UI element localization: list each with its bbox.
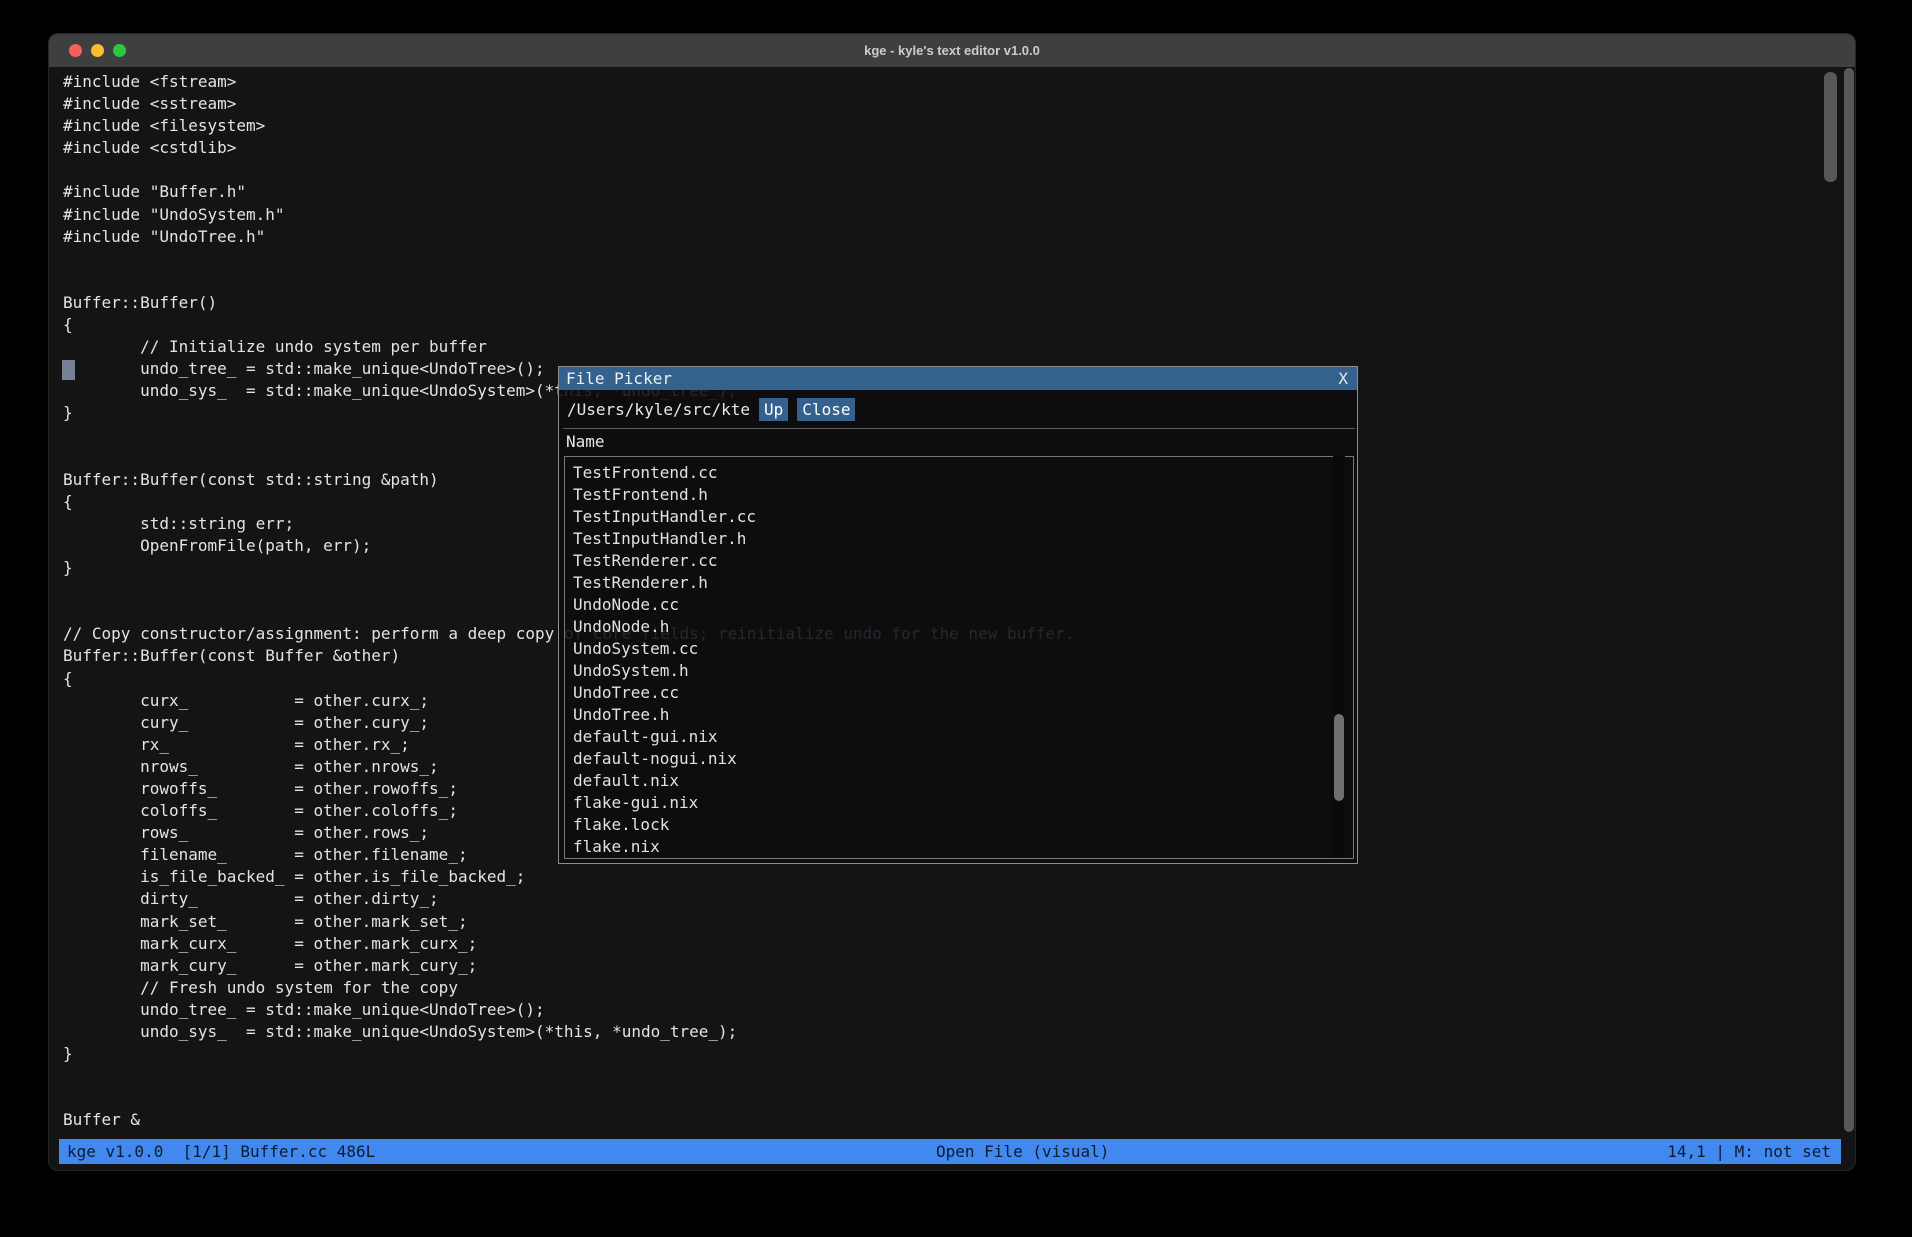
file-list-item[interactable]: flake-gui.nix [565,792,1353,814]
close-traffic-light-icon[interactable] [69,44,82,57]
file-list-item[interactable]: flake.nix [565,836,1353,858]
file-list-item[interactable]: UndoTree.h [565,704,1353,726]
status-cursor-mark: 14,1 | M: not set [1667,1139,1831,1164]
status-mode: Open File (visual) [936,1139,1109,1164]
window-titlebar[interactable]: kge - kyle's text editor v1.0.0 [49,34,1855,67]
file-list-item[interactable]: flake.lock [565,814,1353,836]
file-list-item[interactable]: TestFrontend.h [565,484,1353,506]
window-title: kge - kyle's text editor v1.0.0 [49,43,1855,58]
file-list-item[interactable]: TestInputHandler.h [565,528,1353,550]
file-list-item[interactable]: UndoSystem.cc [565,638,1353,660]
file-list-item[interactable]: UndoNode.cc [565,594,1353,616]
file-list-item[interactable]: UndoSystem.h [565,660,1353,682]
maximize-traffic-light-icon[interactable] [113,44,126,57]
file-picker-dialog: File Picker X /Users/kyle/src/kte Up Clo… [558,366,1358,864]
file-list-item[interactable]: TestRenderer.h [565,572,1353,594]
current-path: /Users/kyle/src/kte [567,400,750,419]
text-cursor [62,360,75,380]
file-list-item[interactable]: TestRenderer.cc [565,550,1353,572]
desktop: kge - kyle's text editor v1.0.0 #include… [0,0,1912,1237]
file-picker-titlebar: File Picker X [559,367,1357,390]
traffic-lights [69,34,126,67]
editor-scrollbar-thumb[interactable] [1824,72,1837,182]
separator [563,428,1355,429]
close-icon[interactable]: X [1338,367,1348,390]
status-bar: kge v1.0.0 [1/1] Buffer.cc 486L Open Fil… [59,1139,1841,1164]
file-list-item[interactable]: default-gui.nix [565,726,1353,748]
minimize-traffic-light-icon[interactable] [91,44,104,57]
window-scrollbar-thumb[interactable] [1844,68,1854,1132]
status-file-info: kge v1.0.0 [1/1] Buffer.cc 486L [67,1139,375,1164]
name-column-header: Name [566,431,605,453]
close-button[interactable]: Close [797,398,855,421]
file-list-item[interactable]: default-nogui.nix [565,748,1353,770]
file-list-item[interactable]: default.nix [565,770,1353,792]
up-button[interactable]: Up [759,398,788,421]
path-row: /Users/kyle/src/kte Up Close [559,390,1357,428]
file-list-item[interactable]: UndoNode.h [565,616,1353,638]
file-list-item[interactable]: UndoTree.cc [565,682,1353,704]
file-list-item[interactable]: TestFrontend.cc [565,462,1353,484]
file-list[interactable]: TestFrontend.ccTestFrontend.hTestInputHa… [564,456,1354,859]
file-picker-title: File Picker [566,369,672,388]
file-list-item[interactable]: TestInputHandler.cc [565,506,1353,528]
